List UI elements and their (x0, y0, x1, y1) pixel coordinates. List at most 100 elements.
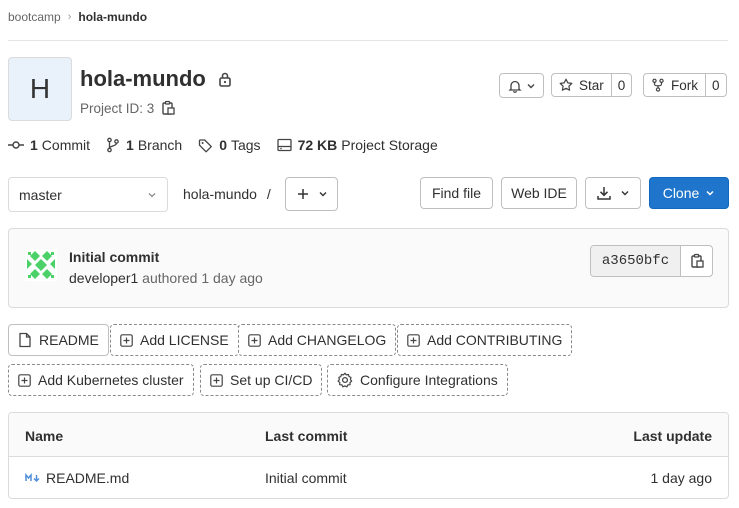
fork-button[interactable]: Fork (644, 74, 705, 96)
add-changelog-label: Add CHANGELOG (268, 332, 387, 348)
repo-path-link[interactable]: hola-mundo (183, 186, 257, 202)
plus-square-icon (120, 333, 133, 347)
copy-sha-button[interactable] (681, 246, 712, 276)
add-license-button[interactable]: Add LICENSE (110, 324, 239, 356)
branches-label: Branch (137, 137, 183, 153)
chevron-down-icon (706, 190, 714, 196)
fork-label: Fork (671, 77, 698, 93)
storage-stat[interactable]: 72 KB Project Storage (276, 137, 438, 153)
chevron-down-icon (621, 191, 629, 196)
download-button[interactable] (585, 177, 641, 209)
add-contributing-label: Add CONTRIBUTING (427, 332, 563, 348)
commit-meta: developer1 authored 1 day ago (69, 270, 263, 286)
add-license-label: Add LICENSE (140, 332, 229, 348)
tags-count: 0 (219, 137, 227, 153)
fork-count[interactable]: 0 (705, 74, 726, 96)
breadcrumb-parent[interactable]: bootcamp (8, 10, 61, 24)
add-kubernetes-cluster-button[interactable]: Add Kubernetes cluster (8, 364, 194, 396)
storage-size: 72 KB (297, 137, 338, 153)
storage-icon (276, 138, 292, 152)
plus-square-icon (248, 333, 261, 347)
copy-icon (690, 253, 704, 268)
download-icon (597, 187, 611, 200)
configure-integrations-label: Configure Integrations (360, 372, 498, 388)
fork-group: Fork 0 (643, 73, 727, 97)
chevron-down-icon (527, 83, 534, 88)
plus-square-icon (18, 373, 31, 387)
tags-label: Tags (230, 137, 261, 153)
plus-square-icon (407, 333, 420, 347)
star-group: Star 0 (551, 73, 633, 97)
project-id-text: Project ID: 3 (80, 100, 155, 116)
files-table: Name Last commit Last update README.md I… (8, 412, 729, 499)
add-kubernetes-label: Add Kubernetes cluster (38, 372, 184, 388)
branch-icon (107, 137, 119, 153)
tag-icon (199, 138, 213, 152)
breadcrumb: bootcamp › hola-mundo (8, 10, 147, 24)
bell-icon (507, 80, 522, 93)
star-icon (559, 78, 573, 91)
breadcrumb-current[interactable]: hola-mundo (78, 10, 147, 24)
notifications-button[interactable] (499, 73, 544, 98)
project-title: hola-mundo (80, 66, 206, 91)
chevron-right-icon: › (67, 11, 72, 23)
add-changelog-button[interactable]: Add CHANGELOG (238, 324, 397, 356)
star-label: Star (579, 77, 604, 93)
clone-button[interactable]: Clone (649, 177, 729, 209)
commit-sha[interactable]: a3650bfc (591, 246, 681, 276)
storage-label: Project Storage (341, 137, 438, 153)
commit-author[interactable]: developer1 (69, 270, 138, 286)
header-name: Name (25, 428, 64, 444)
header-last-update: Last update (633, 428, 712, 444)
star-count[interactable]: 0 (610, 74, 632, 96)
header-last-commit: Last commit (265, 428, 348, 444)
plus-icon (297, 189, 308, 199)
file-last-update: 1 day ago (650, 470, 713, 486)
commit-authored-text: authored 1 day ago (142, 270, 263, 286)
commit-title[interactable]: Initial commit (69, 249, 159, 265)
branch-selector[interactable]: master (8, 177, 168, 212)
find-file-button[interactable]: Find file (420, 177, 493, 209)
project-avatar: H (8, 57, 72, 121)
path-separator: / (266, 186, 271, 202)
fork-icon (652, 78, 664, 92)
file-name-cell[interactable]: README.md (25, 470, 129, 486)
add-to-tree-button[interactable] (285, 177, 338, 211)
gear-icon (337, 372, 353, 388)
setup-cicd-button[interactable]: Set up CI/CD (200, 364, 323, 396)
last-commit-panel: Initial commit developer1 authored 1 day… (8, 228, 729, 308)
star-button[interactable]: Star (552, 74, 611, 96)
commits-count: 1 (30, 137, 38, 153)
divider (8, 40, 728, 41)
readme-label: README (39, 332, 99, 348)
author-avatar[interactable] (25, 249, 57, 284)
chevron-down-icon (319, 192, 326, 197)
readme-button[interactable]: README (8, 324, 109, 356)
file-last-commit[interactable]: Initial commit (265, 470, 347, 486)
lock-icon (218, 71, 232, 87)
project-stats: 1 Commit 1 Branch 0 Tags 72 KB Project S… (8, 137, 454, 153)
add-contributing-button[interactable]: Add CONTRIBUTING (397, 324, 573, 356)
file-name[interactable]: README.md (46, 470, 129, 486)
plus-square-icon (210, 373, 223, 387)
configure-integrations-button[interactable]: Configure Integrations (327, 364, 508, 396)
project-title-row: hola-mundo (80, 66, 232, 92)
repo-path: hola-mundo / (183, 186, 271, 202)
copy-icon[interactable] (160, 100, 176, 116)
commits-label: Commit (41, 137, 91, 153)
commits-stat[interactable]: 1 Commit (8, 137, 90, 153)
branch-name: master (19, 186, 62, 203)
project-id: Project ID: 3 (80, 100, 176, 116)
table-row[interactable]: README.md Initial commit 1 day ago (9, 457, 728, 498)
markdown-icon (25, 473, 40, 483)
web-ide-button[interactable]: Web IDE (501, 177, 577, 209)
setup-cicd-label: Set up CI/CD (230, 372, 313, 388)
file-icon (19, 332, 31, 348)
commit-icon (8, 141, 24, 149)
clone-label: Clone (662, 185, 700, 201)
branches-count: 1 (126, 137, 134, 153)
tags-stat[interactable]: 0 Tags (198, 137, 261, 153)
branches-stat[interactable]: 1 Branch (106, 137, 182, 153)
table-header: Name Last commit Last update (9, 413, 728, 457)
chevron-down-icon (148, 192, 156, 197)
